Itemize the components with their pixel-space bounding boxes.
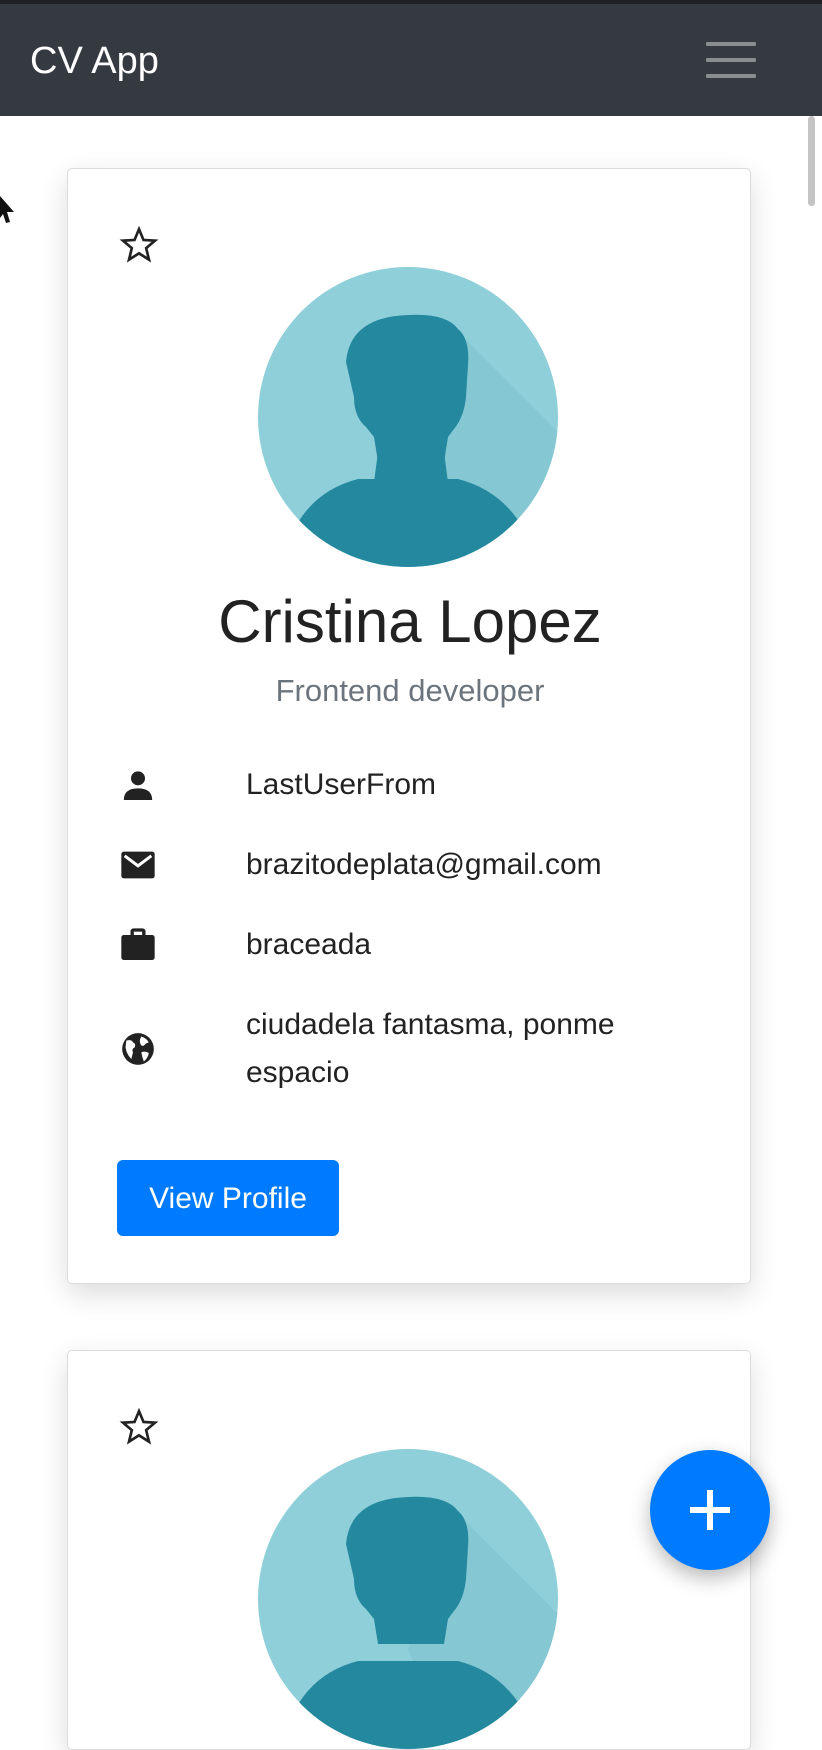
- person-icon: [123, 771, 153, 800]
- view-profile-button[interactable]: View Profile: [117, 1160, 339, 1236]
- profile-card: Cristina Lopez Frontend developer LastUs…: [67, 168, 751, 1284]
- profile-card: [67, 1350, 751, 1750]
- profile-role: Frontend developer: [275, 673, 545, 708]
- add-button[interactable]: [650, 1450, 770, 1570]
- star-outline-icon[interactable]: [118, 1407, 160, 1447]
- scrollbar[interactable]: [808, 116, 815, 206]
- brand-title[interactable]: CV App: [30, 38, 159, 84]
- email-text: brazitodeplata@gmail.com: [246, 848, 602, 881]
- avatar: [258, 1449, 558, 1749]
- plus-icon: [690, 1490, 730, 1530]
- star-outline-icon[interactable]: [118, 225, 160, 265]
- username-text: LastUserFrom: [246, 768, 437, 801]
- mouse-cursor-icon: [0, 196, 14, 223]
- company-text: braceada: [246, 928, 372, 961]
- briefcase-icon: [121, 928, 155, 960]
- location-text: ciudadela fantasma, ponme espacio: [246, 1008, 615, 1089]
- avatar: [258, 267, 558, 567]
- globe-icon: [122, 1033, 154, 1065]
- email-icon: [121, 851, 155, 879]
- profile-name: Cristina Lopez: [218, 588, 602, 655]
- hamburger-menu-icon[interactable]: [706, 42, 756, 84]
- navbar: CV App: [0, 0, 822, 116]
